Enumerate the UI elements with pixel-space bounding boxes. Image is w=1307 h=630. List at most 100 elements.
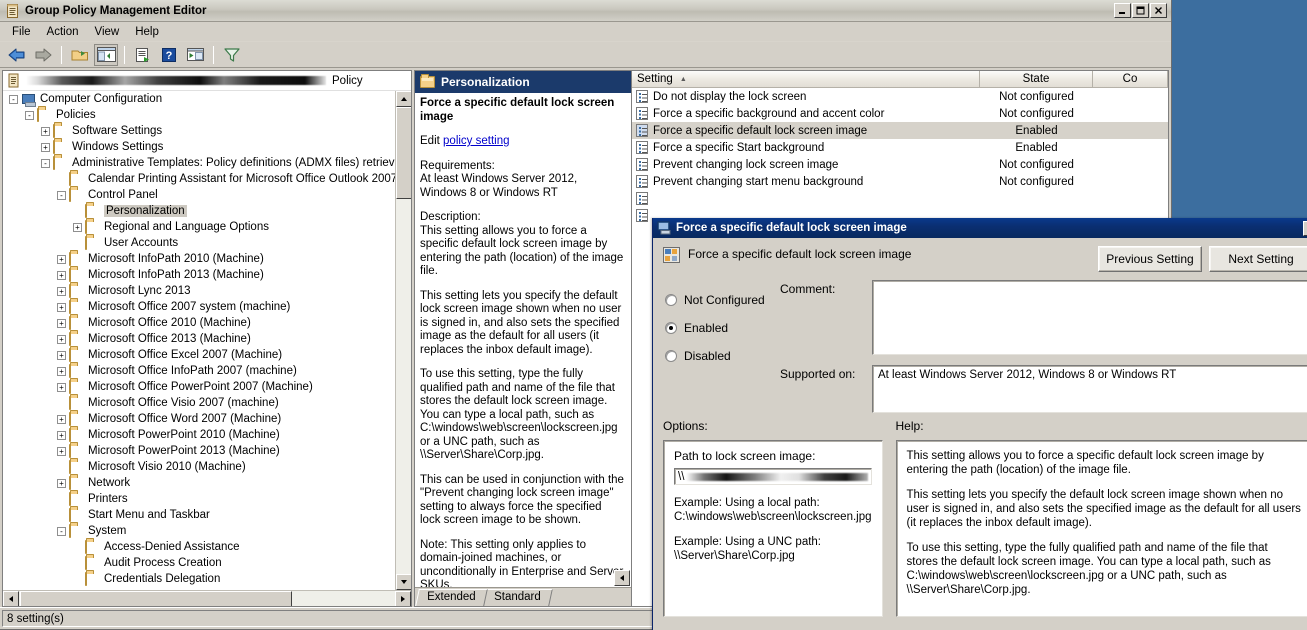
radio-disabled-button[interactable] xyxy=(665,350,677,362)
radio-enabled[interactable]: Enabled xyxy=(665,314,780,342)
tree-node[interactable]: +Microsoft Lync 2013 xyxy=(3,283,395,299)
tree-node[interactable]: +Microsoft InfoPath 2010 (Machine) xyxy=(3,251,395,267)
detail-scroll-left-button[interactable] xyxy=(614,570,630,586)
radio-enabled-button[interactable] xyxy=(665,322,677,334)
expand-toggle-icon[interactable]: + xyxy=(57,287,66,296)
tree-scroll-thumb[interactable] xyxy=(396,107,411,199)
window-titlebar[interactable]: Group Policy Management Editor xyxy=(0,0,1171,22)
tree-node[interactable]: +Regional and Language Options xyxy=(3,219,395,235)
help-panel[interactable]: This setting allows you to force a speci… xyxy=(896,440,1307,617)
dialog-titlebar[interactable]: Force a specific default lock screen ima… xyxy=(653,218,1307,238)
tree-node[interactable]: -Policies xyxy=(3,107,395,123)
properties-icon[interactable] xyxy=(183,44,207,66)
expand-toggle-icon[interactable]: + xyxy=(73,223,82,232)
comment-textarea[interactable] xyxy=(872,280,1307,355)
tree-node[interactable]: -Computer Configuration xyxy=(3,91,395,107)
edit-policy-setting-link[interactable]: policy setting xyxy=(443,135,509,147)
tree-node[interactable]: User Accounts xyxy=(3,235,395,251)
radio-disabled[interactable]: Disabled xyxy=(665,342,780,370)
tree-node[interactable]: +Microsoft InfoPath 2013 (Machine) xyxy=(3,267,395,283)
next-setting-button[interactable]: Next Setting xyxy=(1209,246,1307,272)
tree-scroll-left-button[interactable] xyxy=(3,591,19,606)
tree-node[interactable]: Personalization xyxy=(3,203,395,219)
tree-column-header[interactable]: Policy xyxy=(3,71,411,91)
tree-node[interactable]: Printers xyxy=(3,491,395,507)
dialog-minimize-button[interactable] xyxy=(1303,221,1307,236)
expand-toggle-icon[interactable]: + xyxy=(41,127,50,136)
table-row[interactable]: Force a specific Start backgroundEnabled xyxy=(632,139,1168,156)
menu-help[interactable]: Help xyxy=(127,24,167,40)
tree-node[interactable]: -Administrative Templates: Policy defini… xyxy=(3,155,395,171)
tree-node[interactable]: -System xyxy=(3,523,395,539)
expand-toggle-icon[interactable]: + xyxy=(57,383,66,392)
up-folder-icon[interactable] xyxy=(68,44,92,66)
tree-scroll-right-button[interactable] xyxy=(395,591,411,606)
expand-toggle-icon[interactable]: + xyxy=(41,143,50,152)
collapse-toggle-icon[interactable]: - xyxy=(57,527,66,536)
tree-node[interactable]: Start Menu and Taskbar xyxy=(3,507,395,523)
expand-toggle-icon[interactable]: + xyxy=(57,335,66,344)
tree-node[interactable]: Audit Process Creation xyxy=(3,555,395,571)
tab-standard[interactable]: Standard xyxy=(482,589,552,606)
expand-toggle-icon[interactable]: + xyxy=(57,319,66,328)
tree-node[interactable]: +Microsoft Office Word 2007 (Machine) xyxy=(3,411,395,427)
path-input[interactable]: \\ xyxy=(674,468,872,485)
help-icon[interactable]: ? xyxy=(157,44,181,66)
minimize-button[interactable] xyxy=(1114,3,1131,18)
tree-node[interactable]: +Windows Settings xyxy=(3,139,395,155)
table-row[interactable]: Prevent changing start menu backgroundNo… xyxy=(632,173,1168,190)
tree-node[interactable]: +Software Settings xyxy=(3,123,395,139)
menu-view[interactable]: View xyxy=(87,24,128,40)
tree-node[interactable]: +Microsoft PowerPoint 2010 (Machine) xyxy=(3,427,395,443)
tree-node[interactable]: Access-Denied Assistance xyxy=(3,539,395,555)
tree-horizontal-scrollbar[interactable] xyxy=(3,590,411,606)
column-header-state[interactable]: State xyxy=(980,71,1093,88)
tree-node[interactable]: +Microsoft Office Excel 2007 (Machine) xyxy=(3,347,395,363)
forward-icon[interactable] xyxy=(31,44,55,66)
tree-node[interactable]: +Microsoft Office 2010 (Machine) xyxy=(3,315,395,331)
tree-node[interactable]: +Microsoft Office 2007 system (machine) xyxy=(3,299,395,315)
table-row[interactable] xyxy=(632,190,1168,207)
expand-toggle-icon[interactable]: + xyxy=(57,415,66,424)
tree-vertical-scrollbar[interactable] xyxy=(395,91,411,590)
tree-node[interactable]: +Microsoft Office 2013 (Machine) xyxy=(3,331,395,347)
back-icon[interactable] xyxy=(5,44,29,66)
radio-not-configured[interactable]: Not Configured xyxy=(665,286,780,314)
tree-hscroll-thumb[interactable] xyxy=(20,591,292,606)
table-row[interactable]: Force a specific default lock screen ima… xyxy=(632,122,1168,139)
export-list-icon[interactable] xyxy=(131,44,155,66)
menu-file[interactable]: File xyxy=(4,24,39,40)
tree-node[interactable]: Calendar Printing Assistant for Microsof… xyxy=(3,171,395,187)
tree-node[interactable]: +Network xyxy=(3,475,395,491)
maximize-button[interactable] xyxy=(1132,3,1149,18)
expand-toggle-icon[interactable]: + xyxy=(57,479,66,488)
collapse-toggle-icon[interactable]: - xyxy=(57,191,66,200)
radio-not-configured-button[interactable] xyxy=(665,294,677,306)
tree-scroll-down-button[interactable] xyxy=(396,574,411,590)
expand-toggle-icon[interactable]: + xyxy=(57,255,66,264)
collapse-toggle-icon[interactable]: - xyxy=(9,95,18,104)
expand-toggle-icon[interactable]: + xyxy=(57,367,66,376)
tree-node[interactable]: Microsoft Visio 2010 (Machine) xyxy=(3,459,395,475)
show-hide-console-tree-icon[interactable] xyxy=(94,44,118,66)
column-header-comment[interactable]: Co xyxy=(1093,71,1168,88)
menu-action[interactable]: Action xyxy=(39,24,87,40)
column-header-setting[interactable]: Setting ▲ xyxy=(632,71,980,88)
collapse-toggle-icon[interactable]: - xyxy=(41,159,50,168)
tree-node[interactable]: +Microsoft Office PowerPoint 2007 (Machi… xyxy=(3,379,395,395)
tree-node[interactable]: +Microsoft PowerPoint 2013 (Machine) xyxy=(3,443,395,459)
table-row[interactable]: Do not display the lock screenNot config… xyxy=(632,88,1168,105)
table-row[interactable]: Prevent changing lock screen imageNot co… xyxy=(632,156,1168,173)
tab-extended[interactable]: Extended xyxy=(415,589,487,606)
tree-scroll-up-button[interactable] xyxy=(396,91,411,107)
expand-toggle-icon[interactable]: + xyxy=(57,351,66,360)
tree-node[interactable]: Credentials Delegation xyxy=(3,571,395,587)
tree-node[interactable]: -Control Panel xyxy=(3,187,395,203)
expand-toggle-icon[interactable]: + xyxy=(57,303,66,312)
expand-toggle-icon[interactable]: + xyxy=(57,447,66,456)
tree-node[interactable]: +Microsoft Office InfoPath 2007 (machine… xyxy=(3,363,395,379)
expand-toggle-icon[interactable]: + xyxy=(57,431,66,440)
close-button[interactable] xyxy=(1150,3,1167,18)
collapse-toggle-icon[interactable]: - xyxy=(25,111,34,120)
previous-setting-button[interactable]: Previous Setting xyxy=(1098,246,1202,272)
